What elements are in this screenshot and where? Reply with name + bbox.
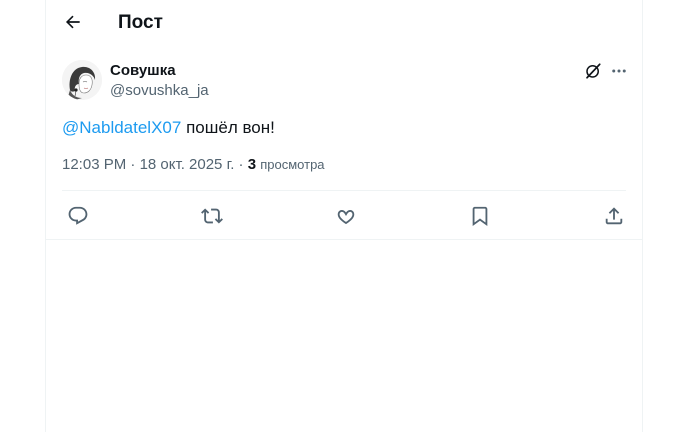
views-count: 3 — [247, 156, 257, 173]
reply-button[interactable] — [66, 204, 90, 228]
divider — [62, 190, 626, 191]
more-icon — [610, 62, 628, 80]
page-title: Пост — [118, 12, 163, 33]
views-label: просмотра — [260, 157, 325, 172]
reply-icon — [67, 205, 89, 227]
share-button[interactable] — [602, 204, 626, 228]
back-button[interactable] — [58, 7, 88, 37]
meta-separator: · — [126, 156, 140, 173]
retweet-icon — [201, 205, 223, 227]
bookmark-icon — [469, 205, 491, 227]
grok-icon — [584, 62, 602, 80]
tweet-bottom-border — [46, 239, 642, 240]
header: Пост — [46, 0, 644, 46]
tweet-body: пошёл вон! — [181, 118, 275, 137]
mention-link[interactable]: @NabldatelX07 — [62, 118, 181, 137]
like-button[interactable] — [334, 204, 358, 228]
arrow-left-icon — [63, 12, 83, 32]
tweet-meta: 12:03 PM · 18 окт. 2025 г. · 3 просмотра — [62, 155, 325, 175]
author-name[interactable]: Совушка — [110, 62, 176, 80]
share-icon — [603, 205, 625, 227]
tweet-date[interactable]: 18 окт. 2025 г. — [140, 156, 235, 173]
author-handle[interactable]: @sovushka_ja — [110, 82, 209, 100]
tweet-text: @NabldatelX07 пошёл вон! — [62, 117, 275, 139]
meta-separator: · — [234, 156, 248, 173]
bookmark-button[interactable] — [468, 204, 492, 228]
tweet-time[interactable]: 12:03 PM — [62, 156, 126, 173]
grok-button[interactable] — [582, 60, 604, 82]
avatar[interactable] — [62, 60, 102, 100]
retweet-button[interactable] — [200, 204, 224, 228]
more-button[interactable] — [608, 60, 630, 82]
post-column: Пост Совушка @sovushka_ja @NabldatelX07 … — [45, 0, 643, 432]
heart-icon — [335, 205, 357, 227]
